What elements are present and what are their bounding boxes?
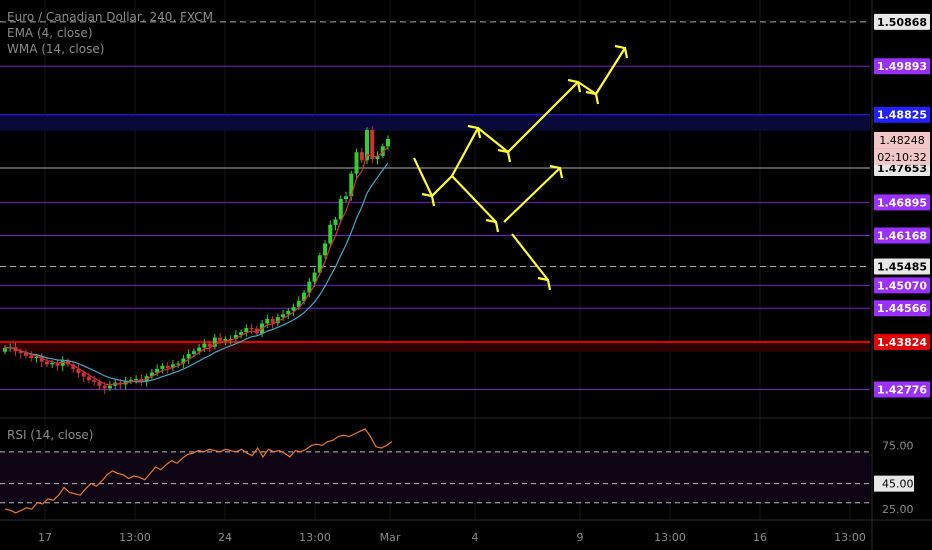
rsi-tick-0: 75.00 (882, 439, 914, 452)
rsi-pane (0, 428, 870, 514)
projection-path-2 (503, 167, 561, 223)
legend-title: Euro / Canadian Dollar, 240, FXCM (7, 10, 213, 24)
candle (92, 380, 97, 383)
candle (202, 343, 207, 348)
level-label-5: 1.46168 (877, 229, 927, 242)
candle (323, 243, 328, 256)
level-label-7: 1.45070 (877, 279, 927, 292)
candle (134, 378, 139, 380)
time-tick-8: 16 (753, 531, 767, 544)
time-tick-1: 13:00 (119, 531, 151, 544)
candle (328, 224, 333, 244)
candle (312, 272, 317, 282)
level-label-10: 1.42776 (877, 384, 927, 397)
candle (29, 355, 34, 359)
candle (197, 347, 202, 352)
candle (281, 314, 286, 318)
level-label-8: 1.44566 (877, 302, 927, 315)
rsi-legend: RSI (14, close) (7, 428, 94, 442)
rsi-tick-1: 45.00 (882, 478, 914, 491)
candle (344, 196, 349, 200)
legend-wma: WMA (14, close) (7, 42, 105, 56)
candle (97, 382, 102, 386)
candle (102, 385, 107, 389)
level-label-6: 1.45485 (877, 260, 927, 273)
arrow-head-5 (585, 90, 600, 105)
candle (354, 152, 359, 174)
arrow-head-6 (485, 218, 500, 233)
legend-ema: EMA (4, close) (7, 26, 93, 40)
time-tick-5: 4 (472, 531, 479, 544)
candle (107, 385, 112, 389)
chart[interactable]: 1.508681.498931.488251.476531.468951.461… (0, 0, 932, 550)
level-label-2: 1.48825 (877, 109, 927, 122)
rsi-tick-2: 25.00 (882, 503, 914, 516)
level-zone-2 (0, 114, 870, 131)
candle (386, 139, 390, 147)
candle (86, 376, 91, 381)
level-label-9: 1.43824 (877, 336, 927, 349)
candle (270, 318, 275, 324)
price-axis: 1.508681.498931.488251.476531.468951.461… (874, 13, 930, 516)
candle (333, 219, 338, 225)
time-tick-3: 13:00 (299, 531, 331, 544)
level-zone-9 (0, 341, 870, 352)
level-label-4: 1.46895 (877, 196, 927, 209)
projection-path-3 (511, 233, 549, 281)
projection-path-1 (451, 175, 497, 223)
candle (370, 129, 375, 160)
level-label-1: 1.49893 (877, 60, 927, 73)
candle (338, 199, 343, 220)
candle (176, 363, 181, 365)
time-axis: 17 13:00 24 13:00 Mar 4 9 13:00 16 13:00 (38, 531, 866, 544)
time-tick-0: 17 (38, 531, 52, 544)
candle (244, 328, 249, 333)
time-tick-4: Mar (380, 531, 401, 544)
arrow-head-3 (497, 148, 512, 163)
candle (50, 363, 55, 365)
countdown-label: 02:10:32 (877, 151, 926, 164)
candle (3, 348, 7, 352)
time-tick-9: 13:00 (834, 531, 866, 544)
candle (359, 152, 364, 161)
candle (249, 328, 254, 330)
current-price-label: 1.48248 (879, 134, 925, 147)
candle (165, 365, 170, 369)
time-tick-2: 24 (218, 531, 232, 544)
candle (265, 318, 270, 324)
arrow-head-8 (537, 276, 552, 291)
candle (44, 361, 49, 365)
candle (160, 365, 165, 369)
arrow-head-1 (421, 192, 436, 207)
time-tick-7: 13:00 (654, 531, 686, 544)
candle (191, 351, 196, 354)
candle (81, 373, 86, 377)
time-tick-6: 9 (577, 531, 584, 544)
level-label-0: 1.50868 (877, 16, 927, 29)
candle (218, 337, 223, 341)
candle (60, 360, 65, 366)
